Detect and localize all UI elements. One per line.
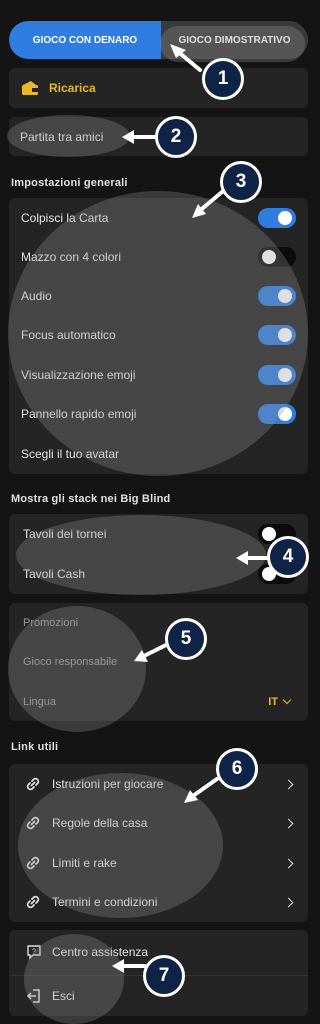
callout-badge-2: 2	[155, 116, 197, 158]
callout-badge-3: 3	[220, 161, 262, 203]
callout-badge-6: 6	[216, 748, 258, 790]
callout-badge-7: 7	[143, 955, 185, 997]
callout-badge-5: 5	[165, 618, 207, 660]
callout-badge-1: 1	[202, 58, 244, 100]
callout-arrows	[112, 44, 270, 973]
callout-badge-4: 4	[267, 536, 309, 578]
